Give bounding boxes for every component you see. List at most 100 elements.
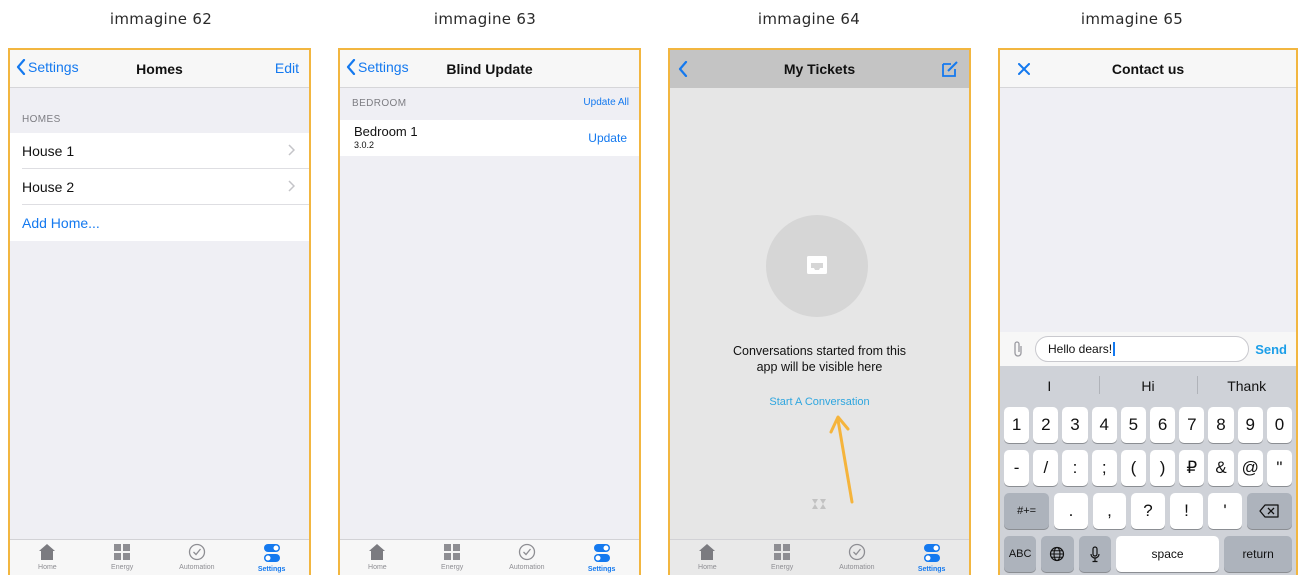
clock-check-icon	[518, 543, 536, 561]
chevron-right-icon	[288, 180, 295, 192]
tab-label: Home	[38, 564, 57, 571]
key-abc[interactable]: ABC	[1004, 536, 1037, 572]
key-return[interactable]: return	[1224, 536, 1293, 572]
phone-homes: Settings Homes Edit HOMES House 1 House …	[8, 48, 311, 575]
key[interactable]: 7	[1179, 407, 1205, 443]
tab-energy[interactable]: Energy	[422, 543, 482, 571]
caption-immagine-65: immagine 65	[1080, 10, 1184, 28]
key[interactable]: 9	[1237, 407, 1263, 443]
page-title: Homes	[136, 61, 183, 77]
tab-settings[interactable]: Settings	[242, 543, 302, 573]
page-title: My Tickets	[783, 61, 856, 77]
key[interactable]: "	[1266, 450, 1293, 486]
list-item-house-2[interactable]: House 2	[10, 169, 309, 205]
start-conversation-link[interactable]: Start A Conversation	[670, 396, 969, 408]
message-input[interactable]: Hello dears!	[1035, 336, 1249, 362]
homes-list: House 1 House 2 Add Home...	[10, 133, 309, 241]
microphone-icon	[1090, 545, 1100, 562]
tab-label: Automation	[509, 564, 545, 571]
phone-contact-us: Contact us Hello dears! Send I Hi Thank …	[998, 48, 1298, 575]
tab-label: Energy	[771, 564, 794, 571]
edit-button[interactable]: Edit	[275, 60, 299, 76]
toggles-icon	[263, 544, 280, 562]
tab-settings[interactable]: Settings	[902, 543, 962, 573]
compose-icon[interactable]	[941, 60, 959, 78]
key[interactable]: .	[1054, 493, 1088, 529]
tab-label: Settings	[587, 566, 616, 573]
device-name: Bedroom 1	[354, 124, 418, 139]
key[interactable]: 8	[1208, 407, 1234, 443]
key[interactable]: 4	[1091, 407, 1117, 443]
tab-energy[interactable]: Energy	[752, 543, 812, 571]
tab-automation[interactable]: Automation	[497, 543, 557, 571]
key[interactable]: 6	[1150, 407, 1176, 443]
tab-energy[interactable]: Energy	[92, 543, 152, 571]
update-all-button[interactable]: Update All	[583, 97, 629, 108]
update-button[interactable]: Update	[588, 131, 627, 145]
key-row-punctuation: #+= . , ? ! '	[1004, 493, 1292, 529]
tab-home[interactable]: Home	[347, 543, 407, 571]
tab-label: Automation	[179, 564, 215, 571]
house-icon	[369, 544, 386, 560]
key[interactable]: @	[1237, 450, 1263, 486]
tab-automation[interactable]: Automation	[167, 543, 227, 571]
key[interactable]: 3	[1062, 407, 1088, 443]
key-row-bottom: ABC space return	[1004, 536, 1293, 572]
key-space[interactable]: space	[1115, 536, 1220, 572]
caption-immagine-64: immagine 64	[757, 10, 861, 28]
key[interactable]: 1	[1004, 407, 1030, 443]
tab-automation[interactable]: Automation	[827, 543, 887, 571]
key[interactable]: )	[1150, 450, 1176, 486]
key[interactable]: 2	[1033, 407, 1059, 443]
key[interactable]: :	[1062, 450, 1088, 486]
tab-label: Automation	[839, 564, 875, 571]
list-item-label: House 2	[22, 179, 75, 195]
tab-label: Settings	[257, 566, 286, 573]
key[interactable]: /	[1033, 450, 1059, 486]
send-button[interactable]: Send	[1255, 342, 1287, 357]
key[interactable]: ;	[1091, 450, 1117, 486]
clock-check-icon	[848, 543, 866, 561]
navbar: My Tickets	[670, 50, 969, 88]
list-item-house-1[interactable]: House 1	[10, 133, 309, 169]
tab-bar: Home Energy Automation Settings	[670, 539, 969, 575]
key[interactable]: 0	[1266, 407, 1293, 443]
key-more-symbols[interactable]: #+=	[1004, 493, 1050, 529]
tab-settings[interactable]: Settings	[572, 543, 632, 573]
key[interactable]: -	[1004, 450, 1030, 486]
message-input-value: Hello dears!	[1048, 342, 1113, 356]
key[interactable]: ₽	[1179, 450, 1205, 486]
chevron-right-icon	[288, 144, 295, 156]
suggestion-3[interactable]: Thank	[1197, 366, 1296, 404]
tab-bar: Home Energy Automation Settings	[340, 539, 639, 575]
text-caret	[1113, 342, 1116, 356]
navbar: Settings Blind Update	[340, 50, 639, 88]
key[interactable]: &	[1208, 450, 1234, 486]
paperclip-icon[interactable]	[1012, 340, 1024, 358]
suggestion-1[interactable]: I	[1000, 366, 1099, 404]
key-row-symbols: - / : ; ( ) ₽ & @ "	[1004, 450, 1293, 486]
caption-immagine-62: immagine 62	[109, 10, 213, 28]
caption-immagine-63: immagine 63	[433, 10, 537, 28]
section-header-homes: HOMES	[22, 114, 61, 125]
key[interactable]: !	[1169, 493, 1204, 529]
tab-bar: Home Energy Automation Settings	[10, 539, 309, 575]
suggestion-2[interactable]: Hi	[1098, 366, 1198, 404]
grid-icon	[774, 544, 791, 560]
key-microphone[interactable]	[1078, 536, 1111, 572]
key[interactable]: (	[1120, 450, 1147, 486]
key-backspace[interactable]	[1246, 493, 1292, 529]
house-icon	[699, 544, 716, 560]
key[interactable]: '	[1208, 493, 1242, 529]
key[interactable]: ,	[1092, 493, 1127, 529]
list-item-label: House 1	[22, 143, 75, 159]
key-globe[interactable]	[1041, 536, 1074, 572]
backspace-icon	[1259, 504, 1279, 518]
key[interactable]: ?	[1131, 493, 1165, 529]
add-home-button[interactable]: Add Home...	[10, 205, 309, 241]
house-icon	[39, 544, 56, 560]
empty-state-line-2: app will be visible here	[756, 360, 883, 374]
tab-home[interactable]: Home	[17, 543, 77, 571]
key[interactable]: 5	[1120, 407, 1147, 443]
tab-home[interactable]: Home	[677, 543, 737, 571]
